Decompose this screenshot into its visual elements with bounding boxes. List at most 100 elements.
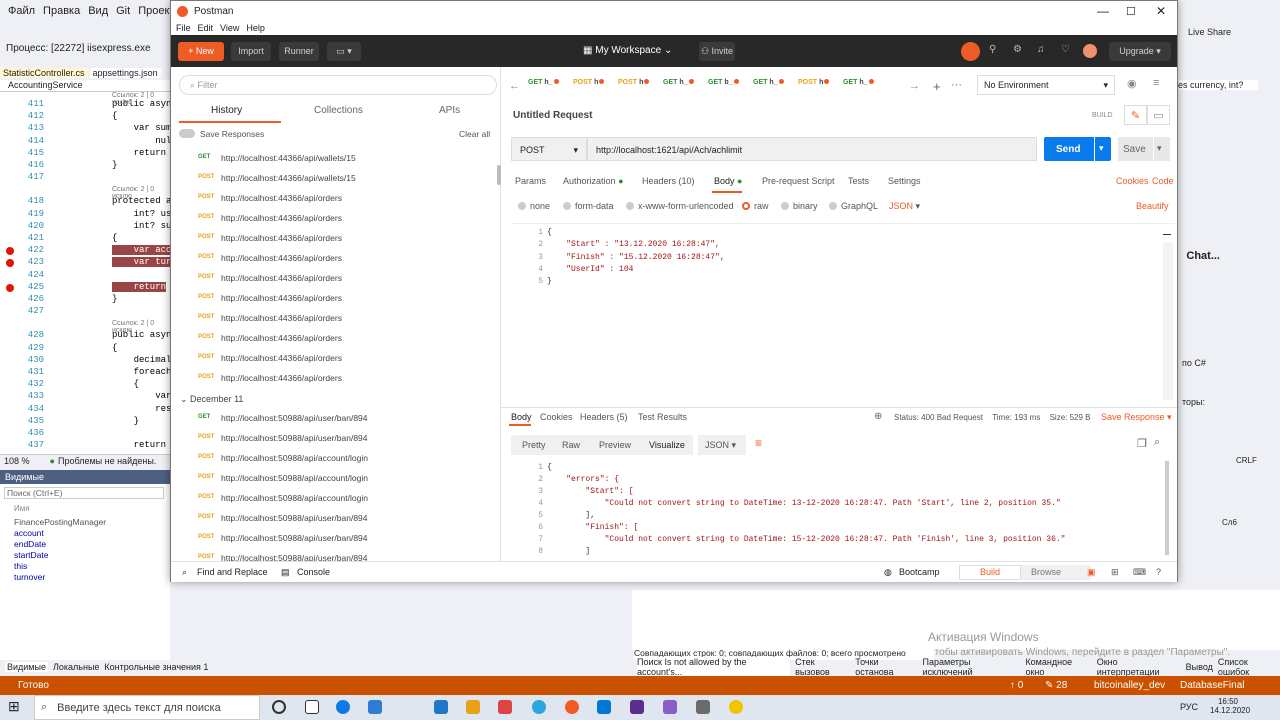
store-icon[interactable] [368,700,382,714]
body-format-select[interactable]: JSON ▾ [889,201,920,212]
taskbar-lang[interactable]: РУС [1180,702,1198,712]
bell-icon[interactable]: ♫ [1037,44,1045,55]
copy-icon[interactable]: ❐ [1137,437,1147,450]
vs-code-editor[interactable]: 411 public async 412{413 var sum 414 nul 415… [0,92,177,454]
response-scrollbar[interactable] [1165,461,1169,555]
tab-authorization[interactable]: Authorization ● [563,176,624,186]
workspace-selector[interactable]: ▦ My Workspace ⌄ [583,45,672,56]
response-tab-headers[interactable]: Headers (5) [580,412,628,422]
history-group-header[interactable]: ⌄ December 11 [180,394,243,405]
request-tab[interactable]: POST h [618,79,650,105]
vs-tab-visible[interactable]: Видимые [5,662,48,672]
vs-status-up[interactable]: ↑ 0 [1010,680,1023,691]
vs-service-dropdown[interactable]: AccountingService [0,80,170,92]
menu-help[interactable]: Help [246,23,265,33]
heart-icon[interactable]: ♡ [1061,44,1070,55]
history-item[interactable]: POST http://localhost:50988/api/user/ban/… [171,508,493,528]
watch-item[interactable]: account [14,528,44,538]
watch-item[interactable]: startDate [14,550,49,560]
taskbar-clock[interactable]: 16:50 14.12.2020 [1210,697,1250,715]
body-type-raw[interactable]: raw [742,201,769,211]
new-button[interactable]: + New [178,42,224,61]
minimize-icon[interactable]: — [1097,4,1109,18]
vs-menu-file[interactable]: Файл [8,5,35,17]
codelens[interactable]: Ссылок: 2 | 0 исклю [112,186,170,200]
response-tab-tests[interactable]: Test Results [638,412,687,422]
breakpoint-icon[interactable] [6,259,14,268]
tab-collections[interactable]: Collections [314,105,363,116]
comment-icon[interactable]: ▭ [1147,105,1170,125]
request-tab[interactable]: GET h_ [753,79,784,105]
codelens[interactable]: Ссылок: 2 | 0 исклю [112,92,170,106]
environment-select[interactable]: No Environment ▾ [977,75,1115,95]
code-line[interactable]: decimal [112,355,172,365]
watch-item[interactable]: FinancePostingManager [14,517,106,527]
vscode-icon[interactable] [597,700,611,714]
body-type-urlencoded[interactable]: x-www-form-urlencoded [626,201,734,211]
save-response-button[interactable]: Save Response ▾ [1101,412,1172,423]
body-type-form-data[interactable]: form-data [563,201,614,211]
history-item[interactable]: POST http://localhost:50988/api/account/l… [171,488,493,508]
response-tab-body[interactable]: Body [511,412,532,422]
import-button[interactable]: Import [231,42,271,61]
taskbar-search[interactable]: ⌕ Введите здесь текст для поиска [34,695,260,720]
gear-icon[interactable]: ⚙ [1013,44,1022,55]
tab-scroll-left-icon[interactable]: ← [509,80,520,92]
vs-menu-view[interactable]: Вид [88,5,108,17]
history-item[interactable]: POST http://localhost:44366/api/wallets/1… [171,168,493,188]
code-line[interactable]: int? suc [112,221,177,231]
menu-edit[interactable]: Edit [198,23,214,33]
beautify-button[interactable]: Beautify [1136,201,1169,211]
console-button[interactable]: Console [297,567,330,577]
wrap-lines-icon[interactable]: ≡ [755,436,762,450]
code-line[interactable]: foreach [112,367,172,377]
history-item[interactable]: GET http://localhost:50988/api/user/ban/8… [171,408,493,428]
tab-scroll-right-icon[interactable]: → [909,80,920,92]
save-responses-toggle[interactable] [179,129,195,138]
app-icon[interactable] [498,700,512,714]
tab-tests[interactable]: Tests [848,176,869,186]
send-button[interactable]: Send [1044,137,1094,161]
tab-headers[interactable]: Headers (10) [642,176,695,186]
edge-icon[interactable] [336,700,350,714]
vs-tab-command[interactable]: Командное окно [1025,657,1091,677]
vs-tab-errors[interactable]: Список ошибок [1218,657,1280,677]
windows-start-icon[interactable]: ⊞ [8,698,20,715]
code-line[interactable]: var sum [112,123,172,133]
request-tab[interactable]: GET h_ [663,79,694,105]
bootcamp-button[interactable]: Bootcamp [899,567,940,577]
sync-icon[interactable] [961,42,980,61]
vs-tab-exceptions[interactable]: Параметры исключений [923,657,1021,677]
body-type-binary[interactable]: binary [781,201,818,211]
two-pane-icon[interactable]: ⊞ [1111,567,1119,578]
filter-input[interactable]: ⌕ Filter [179,75,497,95]
view-preview[interactable]: Preview [599,440,631,450]
save-options-icon[interactable]: ▾ [1154,137,1170,161]
vs-menu-edit[interactable]: Правка [43,5,80,17]
avatar[interactable] [1083,44,1097,58]
menu-file[interactable]: File [176,23,191,33]
vs-tab-callstack[interactable]: Стек вызовов [795,657,850,677]
search-icon[interactable]: ⌕ [1154,436,1160,449]
code-line[interactable]: return [112,440,166,450]
history-item[interactable]: POST http://localhost:50988/api/user/ban/… [171,528,493,548]
folder-icon[interactable] [466,700,480,714]
clear-all-button[interactable]: Clear all [459,129,490,139]
new-window-button[interactable]: ▭ ▾ [327,42,361,61]
history-item[interactable]: POST http://localhost:50988/api/user/ban/… [171,428,493,448]
menu-view[interactable]: View [220,23,239,33]
history-item[interactable]: POST http://localhost:44366/api/orders [171,208,493,228]
history-item[interactable]: POST http://localhost:44366/api/orders [171,348,493,368]
code-line[interactable]: } [112,294,117,304]
upgrade-button[interactable]: Upgrade ▾ [1109,42,1171,61]
history-item[interactable]: POST http://localhost:44366/api/orders [171,368,493,388]
view-raw[interactable]: Raw [562,440,580,450]
request-tab[interactable]: GET h_ [528,79,559,105]
request-tab[interactable]: GET b_ [708,79,739,105]
vs-watch-search[interactable]: Поиск (Ctrl+E) [4,487,164,499]
body-type-graphql[interactable]: GraphQL [829,201,878,211]
layout-icon[interactable]: ▣ [1087,567,1096,578]
maximize-icon[interactable]: ☐ [1126,5,1136,18]
code-line[interactable]: { [112,379,139,389]
code-line[interactable]: { [112,111,117,121]
